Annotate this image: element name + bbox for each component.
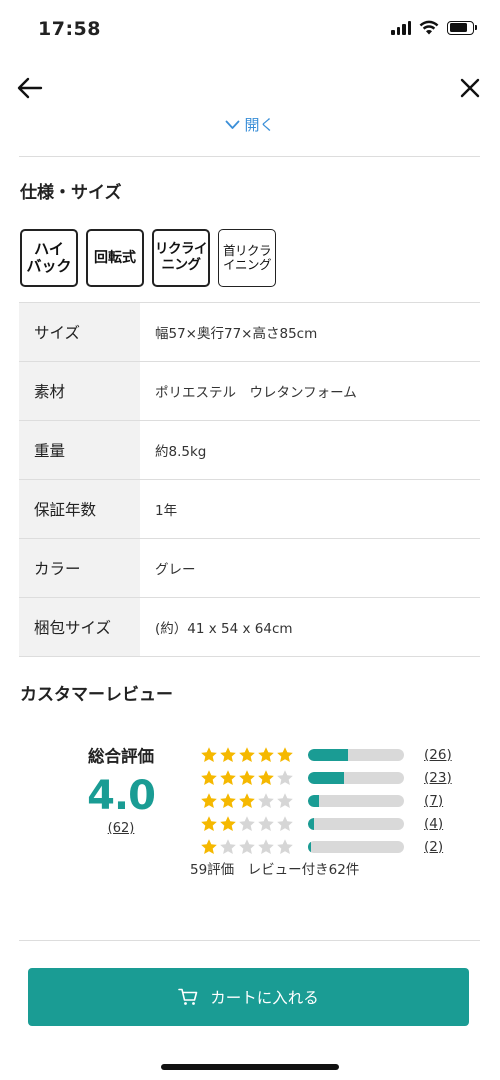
badge-swivel: 回転式 xyxy=(86,229,144,287)
star-filled-icon xyxy=(201,838,217,854)
rating-bar-fill xyxy=(308,748,349,761)
add-to-cart-button[interactable]: カートに入れる xyxy=(28,968,469,1026)
badge-reclining: リクライ ニング xyxy=(152,229,210,287)
arrow-left-icon[interactable] xyxy=(16,74,44,102)
table-row: 重量 約8.5kg xyxy=(19,421,480,480)
overall-label: 総合評価 xyxy=(88,747,154,766)
star-empty-icon xyxy=(239,838,255,854)
rating-bar xyxy=(308,840,404,853)
star-rating xyxy=(200,792,296,810)
status-icons xyxy=(391,20,477,35)
rating-row-3-stars[interactable]: (7) xyxy=(200,789,452,812)
rating-bar-fill xyxy=(308,794,319,807)
spec-key: 梱包サイズ xyxy=(19,598,140,656)
star-empty-icon xyxy=(239,815,255,831)
star-filled-icon xyxy=(277,746,293,762)
rating-count-link[interactable]: (7) xyxy=(424,793,443,809)
battery-icon xyxy=(447,20,477,35)
star-filled-icon xyxy=(201,792,217,808)
home-indicator xyxy=(161,1064,339,1070)
rating-count-link[interactable]: (4) xyxy=(424,816,443,832)
spec-value: 約8.5kg xyxy=(155,444,207,460)
divider xyxy=(19,940,480,941)
star-filled-icon xyxy=(220,792,236,808)
rating-row-2-stars[interactable]: (4) xyxy=(200,812,452,835)
rating-bar-fill xyxy=(308,771,344,784)
rating-row-5-stars[interactable]: (26) xyxy=(200,743,452,766)
overall-rating: 総合評価 4.0 (62) xyxy=(80,743,162,836)
rating-bar xyxy=(308,817,404,830)
star-filled-icon xyxy=(220,769,236,785)
star-empty-icon xyxy=(258,792,274,808)
star-rating xyxy=(200,838,296,856)
rating-bar-fill xyxy=(308,840,311,853)
status-bar: 17:58 xyxy=(0,0,500,60)
rating-distribution: (26) (23) (7) (4) (2) xyxy=(200,743,452,858)
star-empty-icon xyxy=(220,838,236,854)
rating-count-link[interactable]: (26) xyxy=(424,747,452,763)
review-summary: 59評価 レビュー付き62件 xyxy=(190,862,360,878)
star-filled-icon xyxy=(201,746,217,762)
chevron-down-icon xyxy=(226,120,240,129)
star-filled-icon xyxy=(258,746,274,762)
cart-icon xyxy=(178,988,198,1005)
specs-title: 仕様・サイズ xyxy=(20,183,122,203)
rating-row-4-stars[interactable]: (23) xyxy=(200,766,452,789)
table-row: 素材 ポリエステル ウレタンフォーム xyxy=(19,362,480,421)
spec-value: (約）41 x 54 x 64cm xyxy=(155,621,293,637)
rating-bar-fill xyxy=(308,817,314,830)
spec-key: 素材 xyxy=(19,362,140,420)
star-filled-icon xyxy=(201,815,217,831)
star-filled-icon xyxy=(239,769,255,785)
open-toggle[interactable]: 開く xyxy=(0,114,500,135)
star-filled-icon xyxy=(258,769,274,785)
reviews-title: カスタマーレビュー xyxy=(20,685,173,705)
spec-key: 重量 xyxy=(19,421,140,479)
star-empty-icon xyxy=(277,838,293,854)
status-time: 17:58 xyxy=(38,18,101,40)
star-filled-icon xyxy=(239,792,255,808)
badge-neck-reclining: 首リクラ イニング xyxy=(218,229,276,287)
spec-key: カラー xyxy=(19,539,140,597)
close-icon[interactable] xyxy=(458,76,482,100)
spec-value: ポリエステル ウレタンフォーム xyxy=(155,385,357,401)
table-row: 梱包サイズ (約）41 x 54 x 64cm xyxy=(19,598,480,657)
star-filled-icon xyxy=(220,746,236,762)
spec-table: サイズ 幅57×奥行77×高さ85cm 素材 ポリエステル ウレタンフォーム 重… xyxy=(19,302,480,657)
feature-badges: ハイ バック 回転式 リクライ ニング 首リクラ イニング xyxy=(20,229,276,287)
star-empty-icon xyxy=(258,815,274,831)
rating-bar xyxy=(308,794,404,807)
add-to-cart-label: カートに入れる xyxy=(210,989,319,1007)
star-empty-icon xyxy=(277,792,293,808)
spec-value: グレー xyxy=(155,562,196,578)
divider xyxy=(19,156,480,157)
star-filled-icon xyxy=(220,815,236,831)
star-rating xyxy=(200,769,296,787)
rating-row-1-stars[interactable]: (2) xyxy=(200,835,452,858)
rating-bar xyxy=(308,771,404,784)
badge-high-back: ハイ バック xyxy=(20,229,78,287)
table-row: サイズ 幅57×奥行77×高さ85cm xyxy=(19,303,480,362)
overall-count[interactable]: (62) xyxy=(80,821,162,836)
rating-count-link[interactable]: (2) xyxy=(424,839,443,855)
star-rating xyxy=(200,815,296,833)
star-filled-icon xyxy=(239,746,255,762)
wifi-icon xyxy=(419,20,439,35)
cellular-signal-icon xyxy=(391,20,411,35)
spec-value: 1年 xyxy=(155,503,178,519)
open-label: 開く xyxy=(244,116,275,134)
star-empty-icon xyxy=(277,769,293,785)
spec-key: サイズ xyxy=(19,303,140,361)
spec-value: 幅57×奥行77×高さ85cm xyxy=(155,326,318,342)
rating-count-link[interactable]: (23) xyxy=(424,770,452,786)
star-rating xyxy=(200,746,296,764)
star-empty-icon xyxy=(258,838,274,854)
star-empty-icon xyxy=(277,815,293,831)
table-row: カラー グレー xyxy=(19,539,480,598)
overall-score: 4.0 xyxy=(87,773,156,819)
spec-key: 保証年数 xyxy=(19,480,140,538)
rating-bar xyxy=(308,748,404,761)
table-row: 保証年数 1年 xyxy=(19,480,480,539)
star-filled-icon xyxy=(201,769,217,785)
